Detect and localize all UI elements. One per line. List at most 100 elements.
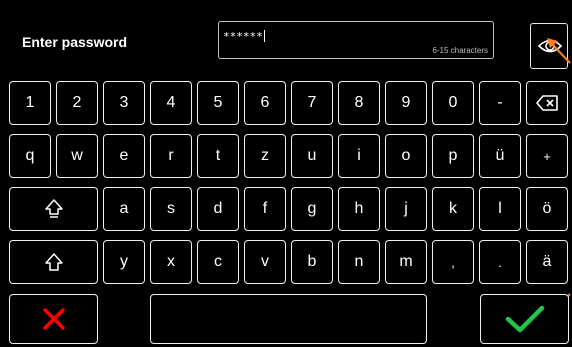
key-q[interactable]: q [9, 134, 51, 178]
key-2[interactable]: 2 [56, 81, 98, 125]
key-label: , [451, 254, 455, 270]
key-i[interactable]: i [338, 134, 380, 178]
key-label: k [449, 200, 457, 217]
key-v[interactable]: v [244, 240, 286, 284]
key-label: h [354, 200, 364, 217]
key-p[interactable]: p [432, 134, 474, 178]
keyboard-screen: Enter password ****** 6-15 characters 1 … [0, 0, 572, 347]
key-d[interactable]: d [197, 187, 239, 231]
key-label: n [354, 253, 364, 270]
key-3[interactable]: 3 [103, 81, 145, 125]
key-label: w [71, 147, 83, 164]
key-c[interactable]: c [197, 240, 239, 284]
key-plus[interactable]: + [526, 134, 568, 178]
key-g[interactable]: g [291, 187, 333, 231]
key-label: 8 [354, 94, 364, 111]
cancel-button[interactable] [9, 294, 98, 344]
top-bar: Enter password ****** 6-15 characters [0, 0, 572, 73]
key-5[interactable]: 5 [197, 81, 239, 125]
key-label: . [498, 254, 502, 270]
key-label: 5 [213, 94, 223, 111]
backspace-icon [536, 95, 558, 111]
key-k[interactable]: k [432, 187, 474, 231]
key-label: 2 [72, 94, 82, 111]
key-label: ä [542, 253, 552, 270]
key-u-umlaut[interactable]: ü [479, 134, 521, 178]
key-b[interactable]: b [291, 240, 333, 284]
key-period[interactable]: . [479, 240, 521, 284]
key-6[interactable]: 6 [244, 81, 286, 125]
key-label: z [261, 147, 269, 164]
password-masked-value: ****** [223, 30, 265, 43]
key-label: + [543, 148, 551, 164]
key-label: 7 [307, 94, 317, 111]
key-e[interactable]: e [103, 134, 145, 178]
key-label: y [120, 253, 128, 270]
space-key[interactable] [150, 294, 427, 344]
caps-lock-key[interactable] [9, 187, 98, 231]
key-f[interactable]: f [244, 187, 286, 231]
caps-lock-icon [44, 199, 63, 218]
password-input[interactable]: ****** 6-15 characters [218, 21, 494, 59]
key-label: l [498, 200, 502, 217]
key-label: 4 [166, 94, 176, 111]
key-s[interactable]: s [150, 187, 192, 231]
key-label: e [119, 147, 129, 164]
key-t[interactable]: t [197, 134, 239, 178]
key-label: u [307, 147, 317, 164]
key-7[interactable]: 7 [291, 81, 333, 125]
key-label: ü [495, 147, 505, 164]
key-8[interactable]: 8 [338, 81, 380, 125]
key-l[interactable]: l [479, 187, 521, 231]
text-cursor [263, 30, 265, 42]
check-icon [505, 305, 544, 333]
key-label: 1 [25, 94, 35, 111]
key-a-umlaut[interactable]: ä [526, 240, 568, 284]
key-4[interactable]: 4 [150, 81, 192, 125]
key-label: b [307, 253, 317, 270]
key-h[interactable]: h [338, 187, 380, 231]
cancel-x-icon [42, 308, 65, 330]
key-n[interactable]: n [338, 240, 380, 284]
key-label: f [262, 200, 268, 217]
key-label: v [261, 253, 269, 270]
key-label: x [167, 253, 175, 270]
key-9[interactable]: 9 [385, 81, 427, 125]
key-label: s [167, 200, 175, 217]
key-a[interactable]: a [103, 187, 145, 231]
key-j[interactable]: j [385, 187, 427, 231]
key-z[interactable]: z [244, 134, 286, 178]
key-label: 9 [401, 94, 411, 111]
key-w[interactable]: w [56, 134, 98, 178]
key-r[interactable]: r [150, 134, 192, 178]
key-x[interactable]: x [150, 240, 192, 284]
key-label: r [168, 147, 174, 164]
key-label: g [307, 200, 317, 217]
key-label: p [448, 147, 458, 164]
key-label: c [214, 253, 222, 270]
key-label: ö [542, 200, 552, 217]
key-label: d [213, 200, 223, 217]
key-label: m [399, 253, 413, 270]
key-label: o [401, 147, 411, 164]
key-1[interactable]: 1 [9, 81, 51, 125]
key-label: a [119, 200, 129, 217]
shift-key[interactable] [9, 240, 98, 284]
password-length-hint: 6-15 characters [432, 46, 488, 55]
key-label: i [357, 147, 361, 164]
backspace-key[interactable] [526, 81, 568, 125]
key-0[interactable]: 0 [432, 81, 474, 125]
key-minus[interactable]: - [479, 81, 521, 125]
shift-icon [44, 253, 63, 271]
key-comma[interactable]: , [432, 240, 474, 284]
key-label: q [25, 147, 35, 164]
confirm-button[interactable] [480, 294, 569, 344]
page-title: Enter password [22, 34, 128, 50]
key-m[interactable]: m [385, 240, 427, 284]
key-u[interactable]: u [291, 134, 333, 178]
key-label: 0 [448, 94, 458, 111]
key-label: t [215, 147, 221, 164]
key-y[interactable]: y [103, 240, 145, 284]
key-o[interactable]: o [385, 134, 427, 178]
key-o-umlaut[interactable]: ö [526, 187, 568, 231]
